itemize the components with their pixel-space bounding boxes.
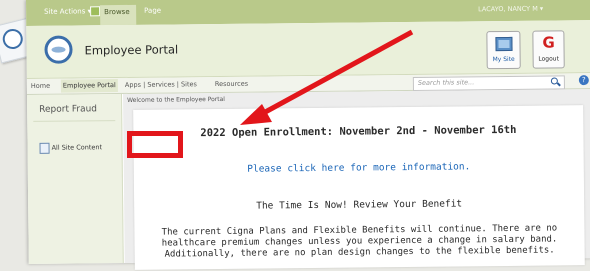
annotation-arrow-head <box>240 104 272 125</box>
annotation-arrow-svg <box>240 29 414 125</box>
annotation-arrow-shaft <box>256 29 414 119</box>
